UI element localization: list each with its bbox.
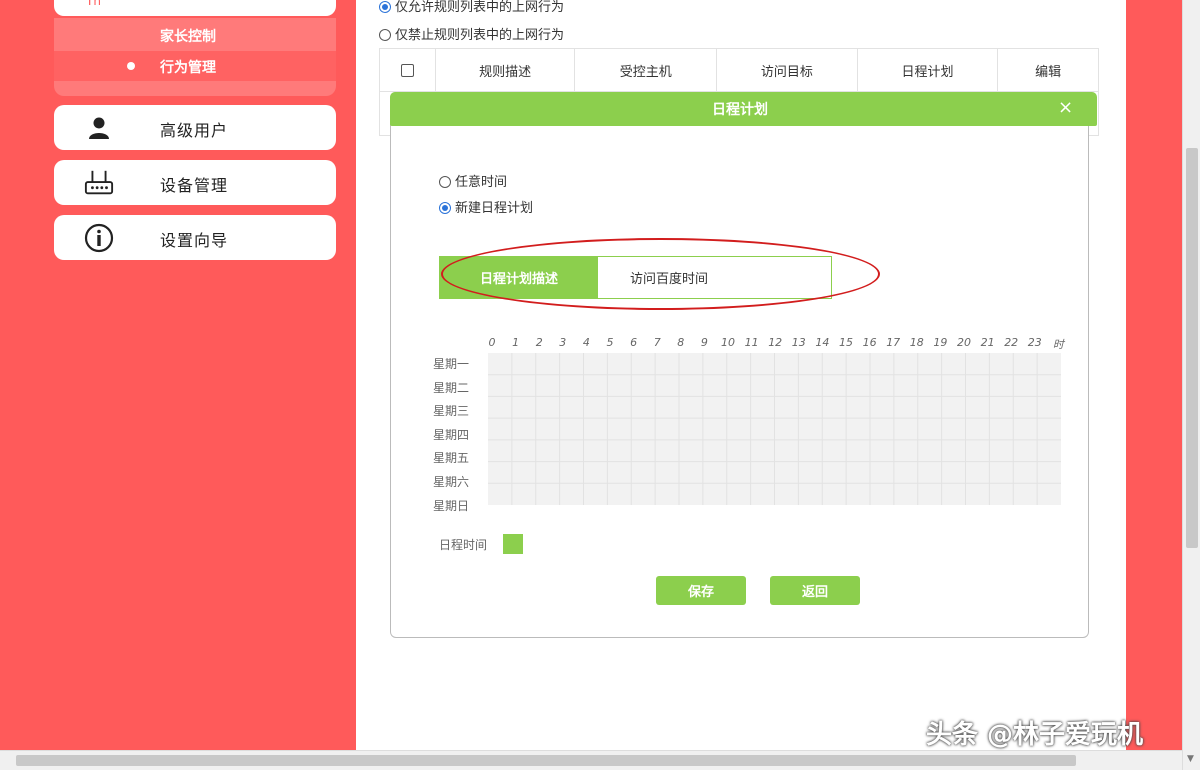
column-header: 访问目标	[717, 49, 858, 91]
select-all-checkbox[interactable]	[400, 63, 414, 77]
radio-label: 任意时间	[455, 175, 508, 190]
red-highlight-ellipse	[441, 238, 880, 310]
radio-allow-only[interactable]: 仅允许规则列表中的上网行为	[379, 0, 564, 15]
hour-label: 21	[980, 336, 995, 349]
hour-label: 5	[606, 336, 614, 349]
hour-label: 19	[933, 336, 948, 349]
hour-label: 7	[653, 336, 661, 349]
dialog-title: 日程计划	[712, 102, 768, 118]
sidebar-subitem-label: 行为管理	[160, 60, 216, 76]
column-header: 受控主机	[575, 49, 718, 91]
hour-label: 23	[1027, 336, 1042, 349]
hour-label: 15	[839, 336, 853, 349]
router-icon	[84, 169, 114, 197]
day-label: 星期日	[433, 498, 470, 513]
radio-block-only[interactable]: 仅禁止规则列表中的上网行为	[379, 24, 564, 43]
hour-label: 8	[677, 336, 685, 349]
sidebar-item-label: 设置向导	[160, 231, 229, 250]
vertical-scrollbar[interactable]: ▼	[1182, 0, 1200, 770]
radio-button[interactable]	[379, 1, 391, 13]
schedule-grid-lines	[488, 353, 1061, 505]
hour-label: 2	[535, 336, 543, 349]
active-dot-icon	[127, 62, 135, 70]
day-label: 星期三	[433, 404, 470, 419]
sidebar-menu-top-fragment: Th	[54, 0, 336, 16]
close-icon[interactable]: ×	[1058, 97, 1073, 118]
hour-label: 10	[721, 336, 735, 349]
hour-label: 3	[559, 336, 567, 349]
schedule-grid[interactable]	[488, 353, 1061, 505]
watermark: 头条 @林子爱玩机	[926, 720, 1144, 750]
info-icon	[84, 223, 114, 253]
hour-label: 1	[512, 336, 520, 349]
day-label: 星期六	[433, 475, 470, 489]
hour-axis: 0 1 2 3 4 5 6 7 8 9 10 11 12 13 14 15 16 17 18 19 20 21 22 23 时	[484, 336, 1074, 351]
hour-label: 11	[744, 336, 759, 349]
hour-label: 4	[582, 336, 590, 349]
horizontal-scrollbar[interactable]	[0, 750, 1182, 770]
column-header: 规则描述	[436, 49, 576, 91]
radio-button[interactable]	[439, 202, 451, 214]
hour-label: 18	[909, 336, 924, 349]
radio-any-time[interactable]: 任意时间	[439, 171, 507, 190]
hour-label: 9	[700, 336, 708, 349]
column-header: 编辑	[1035, 64, 1062, 80]
save-button[interactable]: 保存	[656, 576, 746, 605]
select-all-cell[interactable]	[380, 49, 436, 91]
hour-label: 20	[957, 336, 971, 349]
radio-label: 仅允许规则列表中的上网行为	[395, 0, 565, 15]
menu-top-mark: Th	[86, 0, 101, 8]
day-label: 星期五	[433, 451, 470, 466]
day-label: 星期二	[433, 380, 470, 395]
sidebar-item-label: 高级用户	[160, 121, 229, 140]
hour-label: 13	[791, 336, 806, 349]
hour-label: 14	[815, 336, 830, 349]
sidebar-item-label: 设备管理	[160, 176, 229, 195]
hour-label: 12	[768, 336, 783, 349]
scroll-down-icon[interactable]: ▼	[1187, 754, 1194, 764]
day-label: 星期一	[433, 357, 470, 371]
right-background	[1126, 0, 1182, 750]
column-header: 日程计划	[858, 49, 999, 91]
user-icon	[84, 114, 114, 142]
radio-label: 仅禁止规则列表中的上网行为	[395, 28, 565, 43]
vertical-scrollbar-thumb[interactable]	[1186, 148, 1198, 548]
sidebar-item-advanced-users[interactable]: 高级用户	[54, 105, 336, 150]
hour-label: 6	[630, 336, 638, 349]
hour-label: 16	[862, 336, 877, 349]
radio-label: 新建日程计划	[455, 201, 534, 216]
sidebar-subitem-parental-control[interactable]: 家长控制	[54, 20, 336, 50]
legend-label: 日程时间	[439, 538, 488, 552]
radio-new-schedule[interactable]: 新建日程计划	[439, 197, 533, 216]
dialog-header: 日程计划 ×	[390, 92, 1097, 126]
hour-label: 22	[1004, 336, 1019, 349]
hour-label: 17	[886, 336, 901, 349]
sidebar-item-device-management[interactable]: 设备管理	[54, 160, 336, 205]
hour-label: 时	[1052, 338, 1064, 351]
radio-button[interactable]	[379, 29, 391, 41]
sidebar-subitem-label: 家长控制	[160, 29, 216, 45]
sidebar-subitem-behavior-management[interactable]: 行为管理	[54, 51, 336, 81]
back-button[interactable]: 返回	[770, 576, 860, 605]
sidebar-item-setup-wizard[interactable]: 设置向导	[54, 215, 336, 260]
hour-label: 0	[488, 336, 496, 349]
legend-swatch	[503, 534, 523, 554]
horizontal-scrollbar-thumb[interactable]	[16, 755, 1076, 766]
day-label: 星期四	[433, 427, 470, 442]
rules-table-header: 规则描述 受控主机 访问目标 日程计划 编辑	[379, 48, 1099, 92]
radio-button[interactable]	[439, 176, 451, 188]
